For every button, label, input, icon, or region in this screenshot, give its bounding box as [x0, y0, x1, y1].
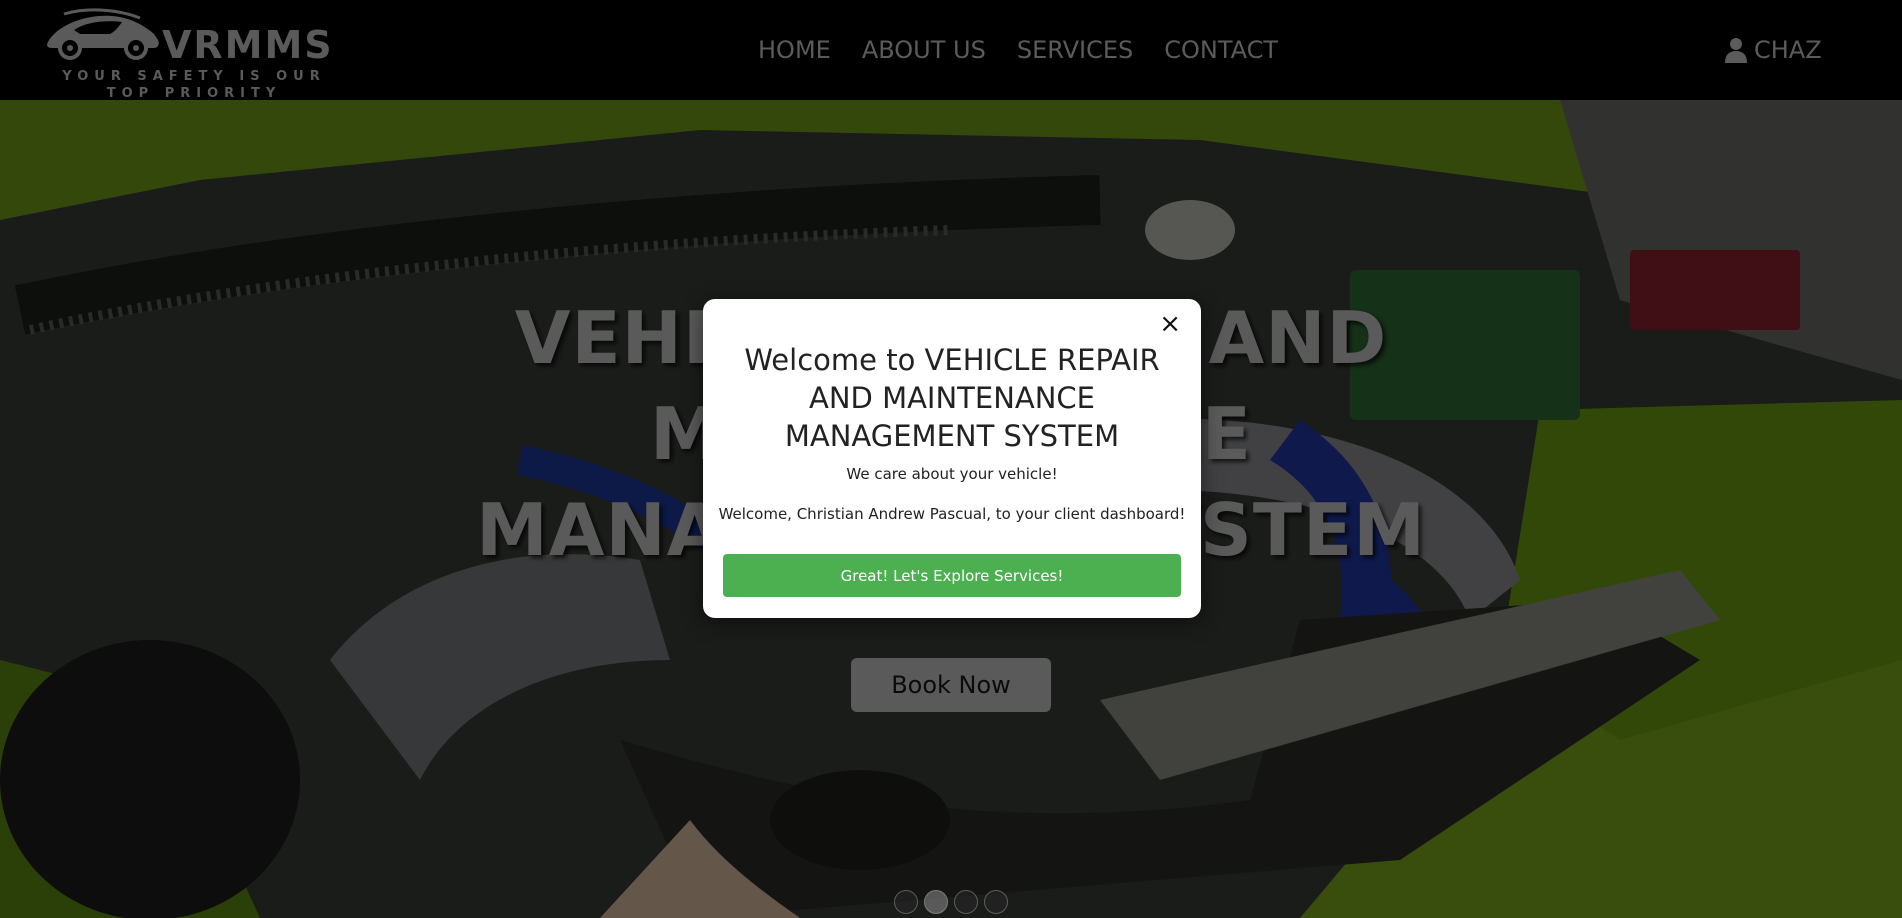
welcome-modal: × Welcome to VEHICLE REPAIR AND MAINTENA…	[703, 299, 1201, 618]
modal-subtitle: We care about your vehicle!	[846, 465, 1058, 483]
explore-services-button[interactable]: Great! Let's Explore Services!	[723, 554, 1181, 597]
close-icon[interactable]: ×	[1159, 311, 1181, 337]
modal-title: Welcome to VEHICLE REPAIR AND MAINTENANC…	[744, 343, 1160, 453]
modal-welcome-message: Welcome, Christian Andrew Pascual, to yo…	[718, 505, 1186, 523]
